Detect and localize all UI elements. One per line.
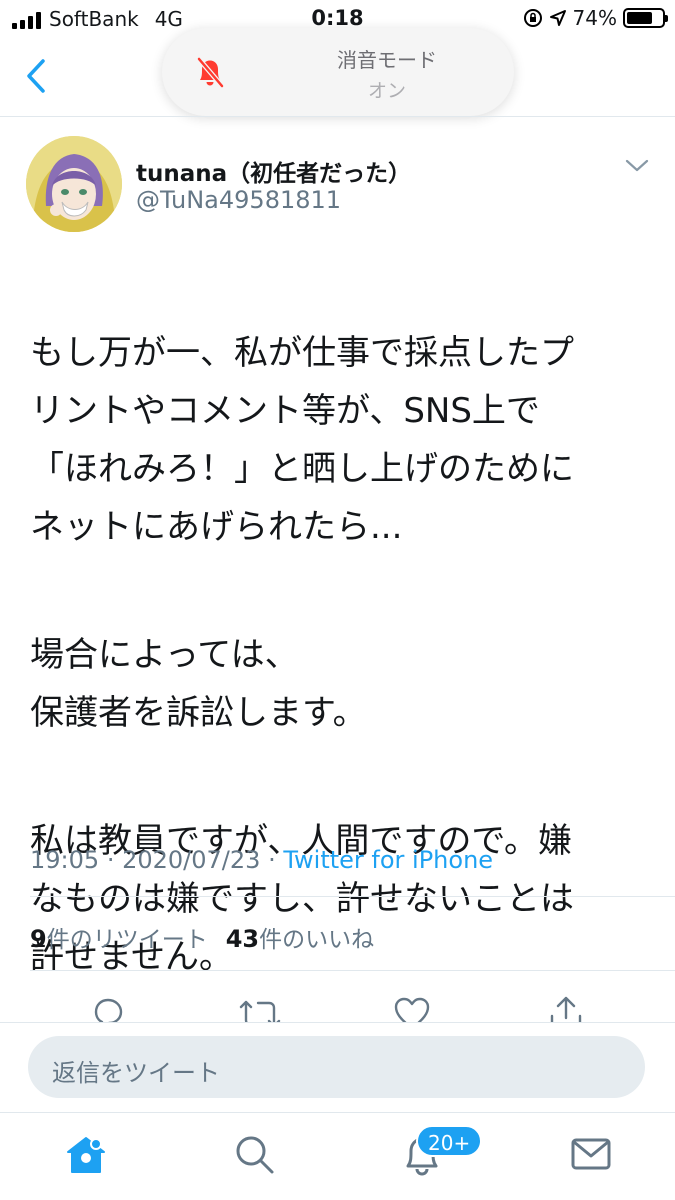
home-icon [67,1137,105,1173]
battery-percent: 74% [572,6,617,30]
back-button[interactable] [18,56,54,96]
display-name[interactable]: tunana（初任者だった） [136,154,411,188]
tabbar-divider [0,1112,675,1113]
orientation-lock-icon [523,9,542,27]
mail-icon [571,1138,611,1170]
share-icon [550,996,582,1022]
reply-button[interactable] [88,994,128,1022]
retweet-icon [239,1000,281,1022]
avatar[interactable] [26,136,122,232]
avatar-image [26,136,122,232]
chevron-down-icon [625,159,649,172]
likes-stat[interactable]: 43件のいいね [225,925,375,953]
meta-separator: · [106,846,115,874]
notifications-badge: 20+ [416,1125,483,1157]
mute-mode-toast: 消音モード オン [162,28,514,116]
tab-messages[interactable] [567,1130,615,1178]
chevron-left-icon [27,59,45,93]
meta-separator: · [268,846,276,874]
toast-title: 消音モード [337,48,437,72]
like-button[interactable] [392,994,432,1022]
toast-subtitle: オン [367,80,406,102]
user-handle[interactable]: @TuNa49581811 [136,186,341,214]
retweets-stat[interactable]: 9件のリツイート [30,925,208,953]
reply-input[interactable]: 返信をツイート [28,1036,645,1098]
retweet-button[interactable] [238,994,281,1022]
like-label: 件のいいね [259,927,375,953]
search-icon [236,1136,274,1174]
bell-slash-icon [190,52,230,96]
like-count: 43 [225,925,260,953]
retweet-count: 9 [30,925,47,953]
heart-icon [394,997,430,1022]
location-arrow-icon [549,10,566,26]
tweet-timestamp: 19:05 · 2020/07/23 · Twitter for iPhone [30,846,493,874]
tweet-source-link[interactable]: Twitter for iPhone [283,846,493,874]
tweet-date: 2020/07/23 [122,846,261,874]
reply-icon [94,998,123,1022]
battery-level [627,12,653,24]
reply-placeholder: 返信をツイート [52,1059,220,1087]
tweet-stats: 9件のリツイート 43件のいいね [30,920,374,954]
tweet-menu-button[interactable] [624,158,650,178]
retweet-label: 件のリツイート [46,927,208,953]
header-divider [0,116,675,117]
share-button[interactable] [546,994,586,1022]
battery-icon [623,8,668,28]
tweet-paragraph: もし万が一、私が仕事で採点したプ リントやコメント等が、SNS上で 「ほれみろ！… [30,333,574,547]
composer-top-divider [0,1022,675,1023]
tab-search[interactable] [230,1130,278,1178]
tab-home[interactable] [62,1130,110,1178]
tweet-paragraph: 場合によっては、 保護者を訴訟します。 [30,635,367,733]
tweet-paragraph: 私は教員ですが、人間ですので。嫌 なものは嫌ですし、許せないことは 許せません。 [30,821,574,977]
meta-divider [30,896,675,897]
tweet-time: 19:05 [30,846,100,874]
tweet-actions [0,986,675,1022]
status-right: 74% [523,6,668,30]
stats-divider [30,970,675,971]
